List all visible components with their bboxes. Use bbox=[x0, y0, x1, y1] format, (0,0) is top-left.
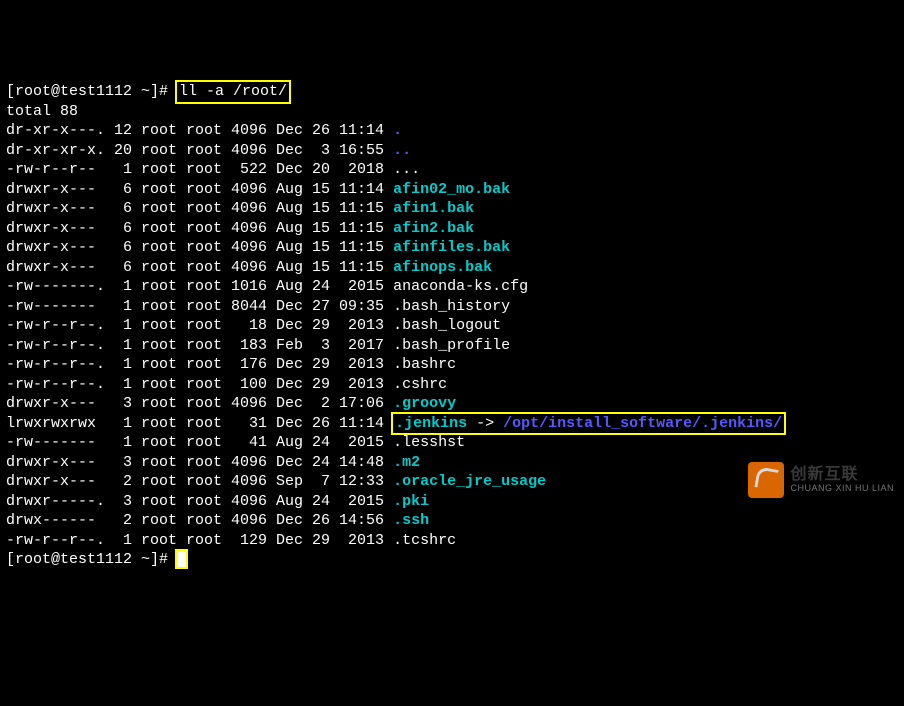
file-row: -rw-r--r--. 1 root root 176 Dec 29 2013 … bbox=[6, 355, 898, 375]
file-row: lrwxrwxrwx 1 root root 31 Dec 26 11:14 .… bbox=[6, 414, 898, 434]
file-row: -rw------- 1 root root 41 Aug 24 2015 .l… bbox=[6, 433, 898, 453]
prompt-line-end: [root@test1112 ~]# bbox=[6, 550, 898, 570]
file-row: dr-xr-x---. 12 root root 4096 Dec 26 11:… bbox=[6, 121, 898, 141]
file-row: drwxr-x--- 6 root root 4096 Aug 15 11:15… bbox=[6, 219, 898, 239]
file-row: -rw-r--r--. 1 root root 100 Dec 29 2013 … bbox=[6, 375, 898, 395]
file-row: drwxr-x--- 6 root root 4096 Aug 15 11:14… bbox=[6, 180, 898, 200]
watermark-logo: 创新互联 CHUANG XIN HU LIAN bbox=[748, 462, 894, 498]
terminal-cursor[interactable] bbox=[177, 551, 186, 567]
file-row: drwxr-x--- 6 root root 4096 Aug 15 11:15… bbox=[6, 238, 898, 258]
file-row: drwxr-x--- 6 root root 4096 Aug 15 11:15… bbox=[6, 199, 898, 219]
symlink-highlight: .jenkins -> /opt/install_software/.jenki… bbox=[393, 414, 784, 434]
shell-prompt: [root@test1112 ~]# bbox=[6, 83, 177, 100]
file-row: dr-xr-xr-x. 20 root root 4096 Dec 3 16:5… bbox=[6, 141, 898, 161]
file-row: -rw-r--r--. 1 root root 18 Dec 29 2013 .… bbox=[6, 316, 898, 336]
total-line: total 88 bbox=[6, 102, 898, 122]
command-highlight[interactable]: ll -a /root/ bbox=[177, 82, 289, 102]
file-row: -rw-------. 1 root root 1016 Aug 24 2015… bbox=[6, 277, 898, 297]
watermark-cn-text: 创新互联 bbox=[790, 466, 894, 484]
watermark-icon bbox=[748, 462, 784, 498]
prompt-line: [root@test1112 ~]# ll -a /root/ bbox=[6, 82, 898, 102]
shell-prompt: [root@test1112 ~]# bbox=[6, 551, 177, 568]
file-row: -rw-r--r--. 1 root root 129 Dec 29 2013 … bbox=[6, 531, 898, 551]
watermark-en-text: CHUANG XIN HU LIAN bbox=[790, 484, 894, 494]
file-row: drwxr-x--- 3 root root 4096 Dec 2 17:06 … bbox=[6, 394, 898, 414]
file-row: -rw-r--r-- 1 root root 522 Dec 20 2018 .… bbox=[6, 160, 898, 180]
file-row: -rw------- 1 root root 8044 Dec 27 09:35… bbox=[6, 297, 898, 317]
file-row: drwxr-x--- 6 root root 4096 Aug 15 11:15… bbox=[6, 258, 898, 278]
file-row: -rw-r--r--. 1 root root 183 Feb 3 2017 .… bbox=[6, 336, 898, 356]
